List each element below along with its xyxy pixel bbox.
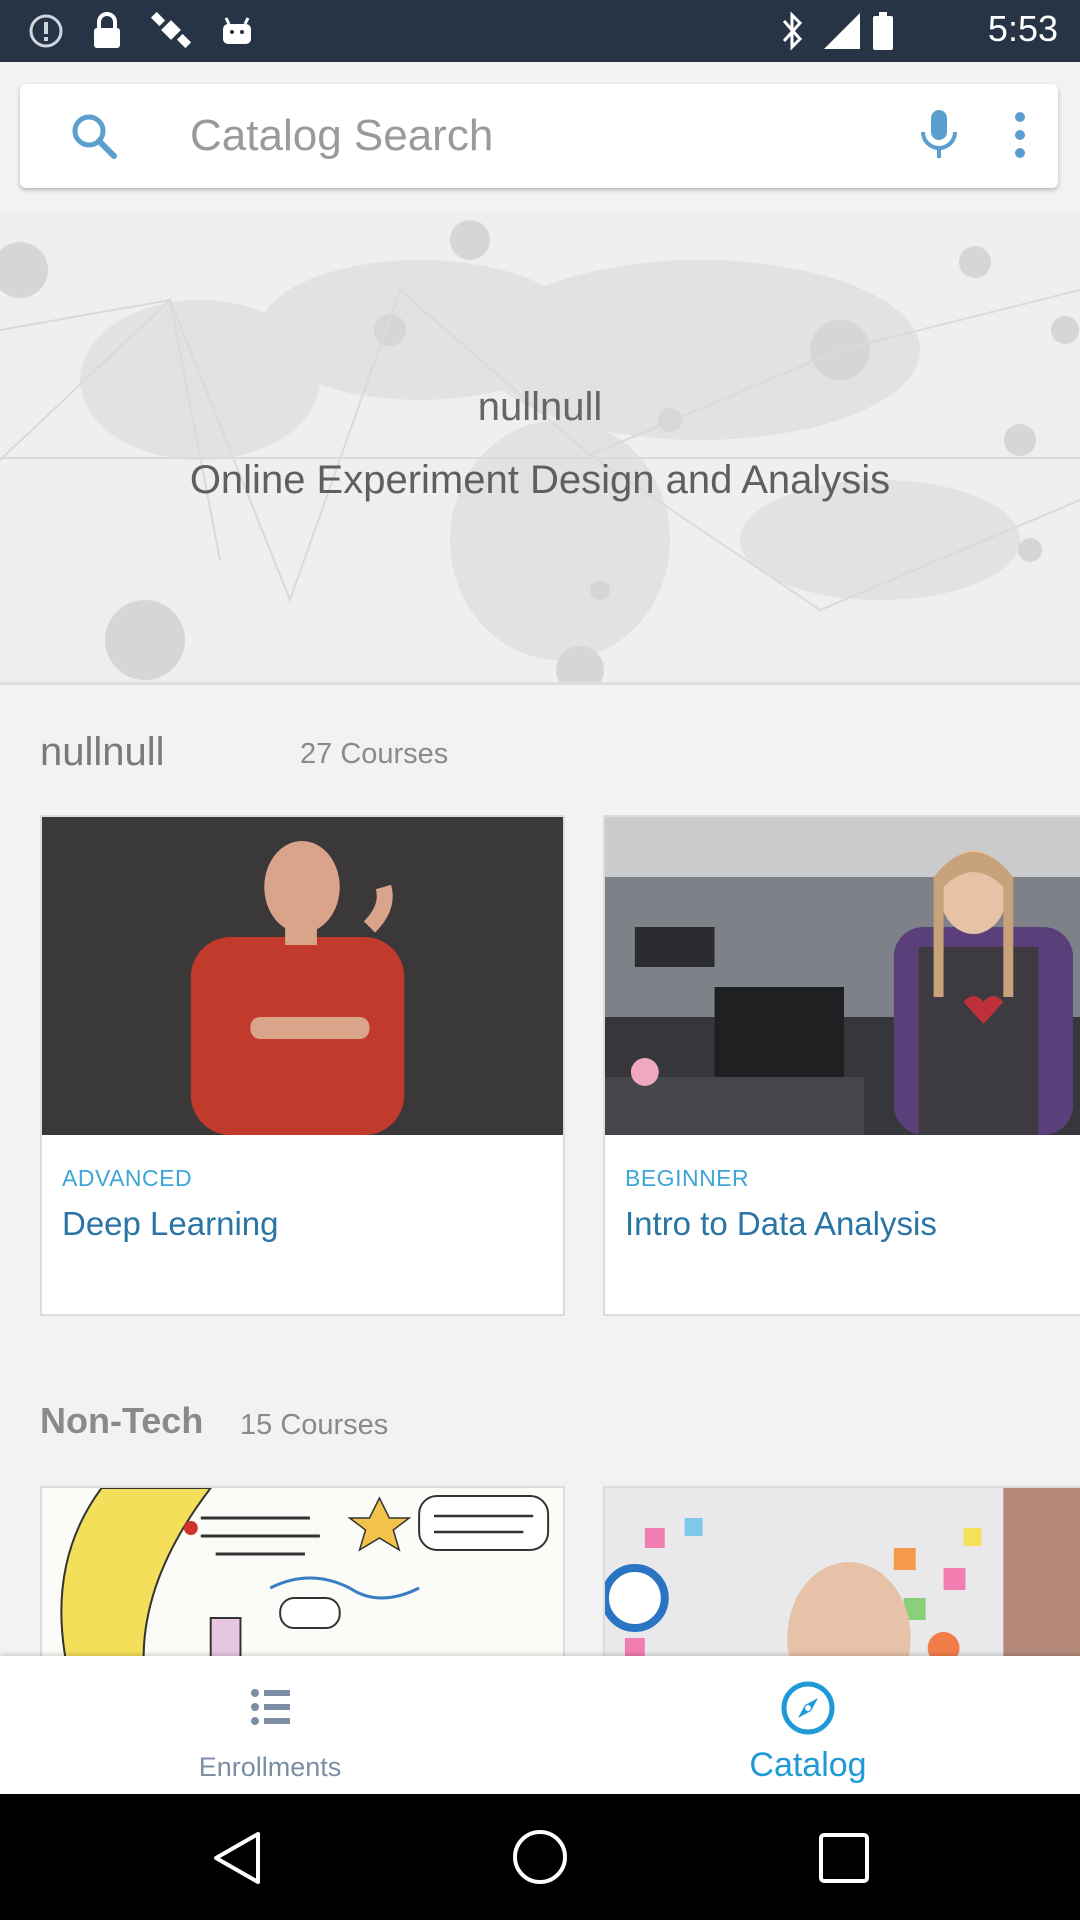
nav-enrollments[interactable]: Enrollments xyxy=(120,1656,420,1794)
bluetooth-icon xyxy=(778,10,806,52)
section-title: Non-Tech xyxy=(40,1400,204,1441)
nav-label: Enrollments xyxy=(198,1752,342,1782)
catalog-search-bar[interactable] xyxy=(20,84,1058,188)
world-map-background xyxy=(0,220,1080,682)
nav-label: Catalog xyxy=(749,1746,867,1784)
nav-catalog[interactable]: Catalog xyxy=(658,1656,958,1794)
section-course-count[interactable]: 15 Courses xyxy=(240,1409,388,1442)
mic-icon[interactable] xyxy=(918,108,960,167)
recents-icon[interactable] xyxy=(818,1832,870,1889)
course-thumbnail xyxy=(605,817,1080,1135)
bottom-navigation: Enrollments Catalog xyxy=(0,1656,1080,1794)
android-icon xyxy=(220,10,254,52)
search-input[interactable] xyxy=(188,102,852,170)
status-bar: 5:53 xyxy=(0,0,1080,62)
back-icon[interactable] xyxy=(210,1830,264,1891)
home-icon[interactable] xyxy=(511,1828,569,1891)
satellite-icon xyxy=(150,10,194,52)
compass-icon xyxy=(780,1680,836,1741)
banner-title: nullnull xyxy=(477,385,603,429)
section-title: nullnull xyxy=(40,730,165,774)
signal-icon xyxy=(822,10,862,52)
banner-subtitle: Online Experiment Design and Analysis xyxy=(189,458,891,502)
catalog-banner: nullnull Online Experiment Design and An… xyxy=(0,210,1080,685)
course-level: BEGINNER xyxy=(625,1165,750,1191)
list-icon xyxy=(250,1688,290,1731)
course-title: Intro to Data Analysis xyxy=(625,1205,937,1242)
course-level: ADVANCED xyxy=(62,1165,193,1191)
info-icon xyxy=(28,10,64,52)
system-navigation-bar xyxy=(0,1794,1080,1920)
course-card-intro-to-data-analysis[interactable]: BEGINNER Intro to Data Analysis xyxy=(603,815,1080,1316)
course-title: Deep Learning xyxy=(62,1205,279,1242)
lock-icon xyxy=(92,10,122,52)
course-thumbnail xyxy=(42,817,563,1135)
status-time: 5:53 xyxy=(987,8,1058,49)
course-card-deep-learning[interactable]: ADVANCED Deep Learning xyxy=(40,815,565,1316)
more-vertical-icon[interactable] xyxy=(1005,108,1035,167)
section-course-count[interactable]: 27 Courses xyxy=(300,738,448,771)
battery-icon xyxy=(872,10,894,52)
search-icon[interactable] xyxy=(68,110,120,167)
